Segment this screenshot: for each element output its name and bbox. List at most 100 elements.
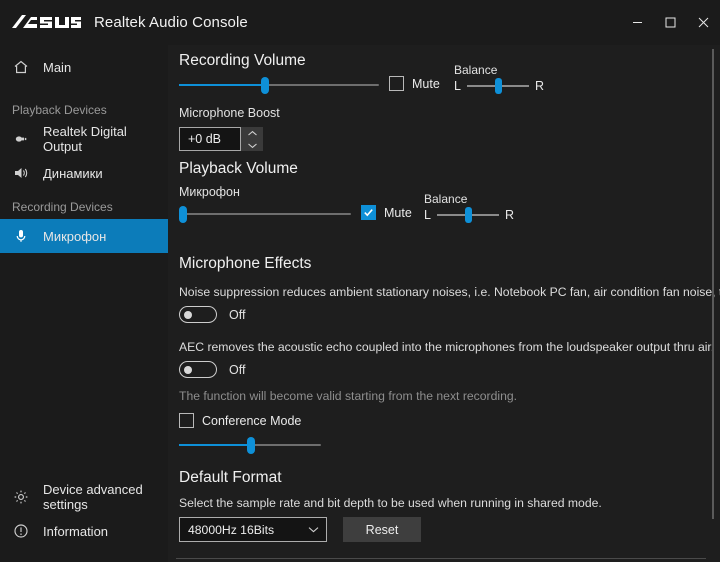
balance-right-label: R (535, 79, 544, 93)
speaker-icon (12, 164, 30, 182)
sample-rate-dropdown[interactable]: 48000Hz 16Bits (179, 517, 327, 542)
recording-balance-row: L R (454, 78, 544, 94)
toggle-switch[interactable] (179, 306, 217, 323)
recording-balance-control: Balance L R (454, 63, 544, 94)
vertical-scrollbar[interactable] (712, 45, 714, 562)
sidebar-item-speakers[interactable]: Динамики (0, 156, 168, 190)
sidebar-item-realtek-digital-output[interactable]: Realtek Digital Output (0, 122, 168, 156)
checkbox-box[interactable] (361, 205, 376, 220)
window-body: Main Playback Devices Realtek Digital Ou… (0, 45, 720, 562)
info-icon (12, 522, 30, 540)
aec-description: AEC removes the acoustic echo coupled in… (179, 340, 714, 354)
asus-logo-icon (10, 12, 82, 34)
recording-mute-checkbox[interactable]: Mute (389, 76, 440, 91)
playback-device-label: Микрофон (179, 185, 240, 199)
recording-balance-slider[interactable] (467, 78, 529, 94)
stepper-up-button[interactable] (241, 127, 263, 139)
playback-balance-slider[interactable] (437, 207, 499, 223)
slider-thumb[interactable] (247, 437, 255, 454)
sidebar-item-microphone[interactable]: Микрофон (0, 219, 168, 253)
sample-rate-value: 48000Hz 16Bits (188, 523, 308, 537)
sidebar-item-microphone-label: Микрофон (43, 229, 106, 244)
sidebar: Main Playback Devices Realtek Digital Ou… (0, 45, 168, 562)
aec-state: Off (229, 363, 245, 377)
sidebar-item-device-advanced-settings-label: Device advanced settings (43, 482, 168, 512)
spdif-icon (12, 130, 30, 148)
app-title: Realtek Audio Console (94, 14, 248, 31)
minimize-button[interactable] (621, 0, 654, 45)
effects-note: The function will become valid starting … (179, 389, 517, 403)
noise-suppression-description: Noise suppression reduces ambient statio… (179, 285, 720, 299)
balance-right-label: R (505, 208, 514, 222)
slider-fill (179, 84, 265, 86)
conference-mode-checkbox[interactable]: Conference Mode (179, 413, 301, 428)
balance-thumb[interactable] (465, 207, 472, 223)
noise-suppression-toggle[interactable]: Off (179, 306, 245, 323)
recording-volume-slider[interactable] (179, 76, 379, 94)
content-bottom-divider (176, 558, 706, 559)
stepper-buttons (241, 127, 263, 151)
sidebar-group-playback-devices: Playback Devices (0, 93, 168, 122)
scrollbar-thumb[interactable] (712, 49, 714, 519)
playback-balance-label: Balance (424, 192, 514, 206)
slider-thumb[interactable] (261, 77, 269, 94)
sidebar-item-information-label: Information (43, 524, 108, 539)
playback-balance-control: Balance L R (424, 192, 514, 223)
balance-left-label: L (424, 208, 431, 222)
conference-mode-slider[interactable] (179, 436, 321, 454)
aec-toggle[interactable]: Off (179, 361, 245, 378)
playback-mute-label: Mute (384, 206, 412, 220)
window-controls (621, 0, 720, 45)
sidebar-item-information[interactable]: Information (0, 514, 168, 548)
microphone-boost-value[interactable]: +0 dB (179, 127, 241, 151)
microphone-boost-label: Microphone Boost (179, 106, 280, 120)
slider-track (179, 213, 351, 215)
sidebar-item-speakers-label: Динамики (43, 166, 103, 181)
toggle-switch[interactable] (179, 361, 217, 378)
recording-mute-label: Mute (412, 77, 440, 91)
sidebar-top-nav: Main Playback Devices Realtek Digital Ou… (0, 45, 168, 253)
recording-balance-label: Balance (454, 63, 544, 77)
sidebar-footer-nav: Device advanced settings Information (0, 480, 168, 562)
chevron-down-icon (308, 526, 319, 533)
balance-thumb[interactable] (495, 78, 502, 94)
default-format-description: Select the sample rate and bit depth to … (179, 496, 602, 510)
close-button[interactable] (687, 0, 720, 45)
settings-panel: Recording Volume Mute Balance (168, 45, 720, 562)
playback-volume-slider[interactable] (179, 205, 351, 223)
maximize-button[interactable] (654, 0, 687, 45)
recording-volume-title: Recording Volume (179, 52, 306, 70)
title-bar: Realtek Audio Console (0, 0, 720, 45)
nav-spacer (0, 84, 168, 93)
default-format-title: Default Format (179, 469, 282, 487)
sidebar-item-main[interactable]: Main (0, 50, 168, 84)
slider-fill (179, 444, 253, 446)
realtek-audio-console-window: Realtek Audio Console (0, 0, 720, 562)
microphone-effects-section: Microphone Effects Noise suppression red… (176, 250, 720, 465)
sidebar-item-device-advanced-settings[interactable]: Device advanced settings (0, 480, 168, 514)
sidebar-group-recording-devices: Recording Devices (0, 190, 168, 219)
reset-button[interactable]: Reset (343, 517, 421, 542)
toggle-knob (184, 366, 192, 374)
microphone-icon (12, 227, 30, 245)
stepper-down-button[interactable] (241, 139, 263, 151)
checkbox-box[interactable] (389, 76, 404, 91)
sidebar-item-main-label: Main (43, 60, 71, 75)
checkbox-box[interactable] (179, 413, 194, 428)
recording-volume-section: Recording Volume Mute Balance (176, 45, 720, 155)
default-format-section: Default Format Select the sample rate an… (176, 465, 720, 545)
noise-suppression-state: Off (229, 308, 245, 322)
playback-mute-checkbox[interactable]: Mute (361, 205, 412, 220)
microphone-effects-title: Microphone Effects (179, 255, 311, 273)
settings-content: Recording Volume Mute Balance (168, 45, 720, 545)
playback-volume-title: Playback Volume (179, 160, 298, 178)
gear-icon (12, 488, 30, 506)
conference-mode-label: Conference Mode (202, 414, 301, 428)
reset-button-label: Reset (366, 523, 399, 537)
sidebar-item-realtek-digital-output-label: Realtek Digital Output (43, 124, 168, 154)
slider-thumb[interactable] (179, 206, 187, 223)
home-icon (12, 58, 30, 76)
microphone-boost-stepper[interactable]: +0 dB (179, 127, 263, 151)
balance-left-label: L (454, 79, 461, 93)
playback-volume-section: Playback Volume Микрофон Mute (176, 155, 720, 250)
